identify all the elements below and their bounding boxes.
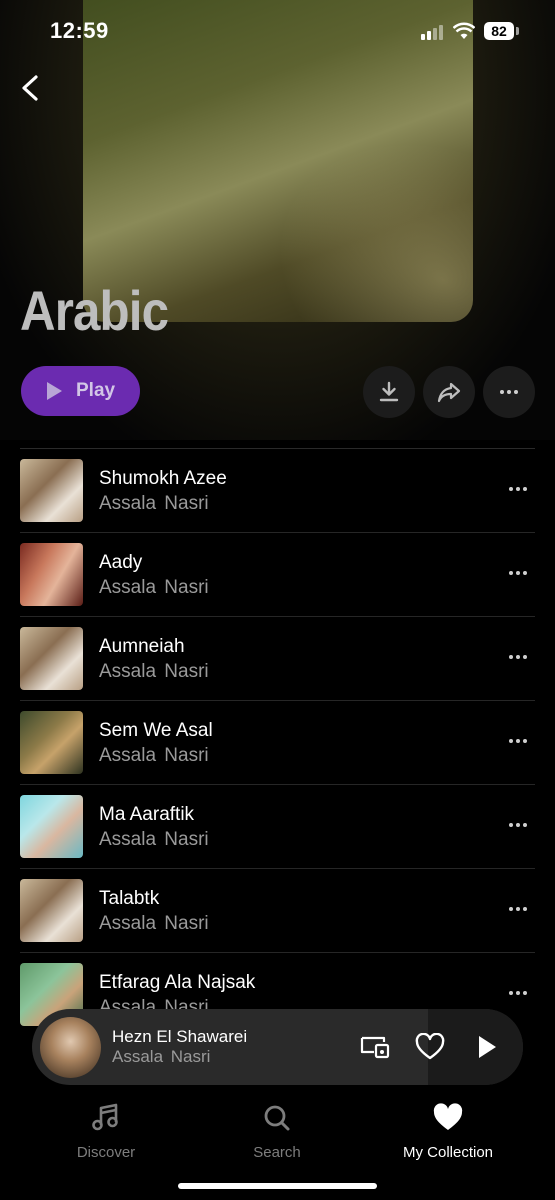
favorite-heart-icon[interactable]: [415, 1033, 445, 1061]
wifi-icon: [453, 22, 475, 39]
tab-label: My Collection: [402, 1144, 494, 1161]
mini-player[interactable]: Hezn El Shawarei Assala Nasri: [32, 1009, 523, 1085]
back-button[interactable]: [18, 72, 46, 104]
track-title: Aumneiah: [99, 636, 185, 657]
track-artist: Assala Nasri: [99, 493, 209, 514]
track-title: Etfarag Ala Najsak: [99, 972, 256, 993]
tab-my-collection[interactable]: My Collection: [378, 1103, 518, 1161]
search-icon: [264, 1105, 290, 1131]
track-artist: Assala Nasri: [99, 829, 209, 850]
track-row[interactable]: Shumokh Azee Assala Nasri: [20, 449, 535, 533]
tab-search[interactable]: Search: [207, 1103, 347, 1161]
status-bar: 12:59 82: [0, 0, 555, 62]
track-artwork: [20, 459, 83, 522]
track-title: Talabtk: [99, 888, 160, 909]
play-button[interactable]: Play: [21, 366, 140, 416]
tab-label: Search: [253, 1144, 301, 1161]
play-icon: [47, 382, 62, 400]
download-icon: [379, 381, 399, 402]
now-playing-artist: Assala Nasri: [112, 1047, 211, 1066]
tab-label: Discover: [76, 1144, 136, 1161]
track-artwork: [20, 627, 83, 690]
track-artwork: [20, 879, 83, 942]
track-more-icon[interactable]: [509, 991, 533, 999]
play-icon[interactable]: [472, 1033, 502, 1061]
track-more-icon[interactable]: [509, 571, 533, 579]
download-button[interactable]: [363, 366, 415, 418]
track-title: Aady: [99, 552, 143, 573]
play-label: Play: [76, 380, 116, 401]
track-more-icon[interactable]: [509, 823, 533, 831]
music-note-icon: [92, 1103, 118, 1131]
track-row[interactable]: Talabtk Assala Nasri: [20, 869, 535, 953]
track-title: Ma Aaraftik: [99, 804, 195, 825]
battery-icon: 82: [484, 22, 514, 40]
home-indicator: [178, 1183, 377, 1189]
track-artwork: [20, 711, 83, 774]
track-more-icon[interactable]: [509, 487, 533, 495]
cast-device-icon[interactable]: [360, 1033, 390, 1061]
share-icon: [437, 382, 461, 403]
status-time: 12:59: [50, 18, 109, 43]
now-playing-artwork: [40, 1017, 101, 1078]
track-list: Shumokh Azee Assala Nasri Aady Assala Na…: [0, 449, 555, 1037]
track-artwork: [20, 543, 83, 606]
share-button[interactable]: [423, 366, 475, 418]
track-row[interactable]: Aumneiah Assala Nasri: [20, 617, 535, 701]
more-options-button[interactable]: [483, 366, 535, 418]
track-title: Sem We Asal: [99, 720, 213, 741]
track-artwork: [20, 795, 83, 858]
track-more-icon[interactable]: [509, 655, 533, 663]
more-icon: [500, 390, 518, 394]
track-row[interactable]: Sem We Asal Assala Nasri: [20, 701, 535, 785]
track-more-icon[interactable]: [509, 739, 533, 747]
page-title: Arabic: [20, 279, 169, 342]
track-artist: Assala Nasri: [99, 745, 209, 766]
track-artist: Assala Nasri: [99, 661, 209, 682]
track-artist: Assala Nasri: [99, 913, 209, 934]
track-more-icon[interactable]: [509, 907, 533, 915]
track-title: Shumokh Azee: [99, 468, 227, 489]
cellular-signal-icon: [421, 24, 447, 40]
tab-discover[interactable]: Discover: [36, 1103, 176, 1161]
now-playing-title: Hezn El Shawarei: [112, 1027, 248, 1046]
battery-tip: [516, 27, 519, 35]
track-row[interactable]: Aady Assala Nasri: [20, 533, 535, 617]
heart-icon: [433, 1103, 463, 1130]
track-artist: Assala Nasri: [99, 577, 209, 598]
track-row[interactable]: Ma Aaraftik Assala Nasri: [20, 785, 535, 869]
